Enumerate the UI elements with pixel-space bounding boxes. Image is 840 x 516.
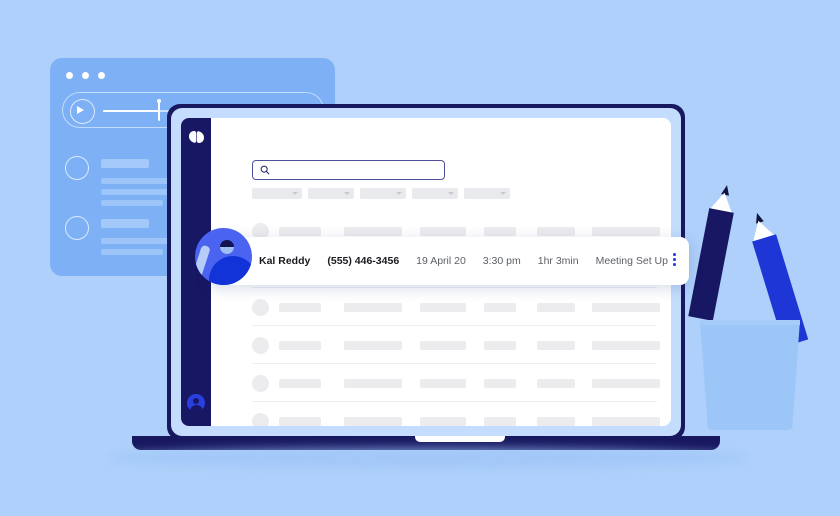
contact-fields: Kal Reddy (555) 446-3456 19 April 20 3:3… <box>259 255 668 267</box>
app-logo-icon[interactable] <box>188 130 205 144</box>
contact-name: Kal Reddy <box>259 255 311 267</box>
row-cell <box>279 303 321 312</box>
row-cell <box>592 417 660 426</box>
pencil-cup <box>688 175 810 430</box>
table-row[interactable] <box>252 364 660 402</box>
table-row[interactable] <box>252 326 660 364</box>
row-cell <box>537 379 575 388</box>
avatar-face <box>220 247 234 254</box>
row-cell <box>344 379 402 388</box>
placeholder-bar <box>101 200 163 206</box>
pencil-blue <box>745 209 809 347</box>
row-cell <box>592 303 660 312</box>
row-cell <box>537 227 575 236</box>
row-avatar <box>252 299 269 316</box>
placeholder-bar <box>101 238 176 244</box>
filter-dropdown-5[interactable] <box>464 188 510 199</box>
search-input-field[interactable] <box>274 164 428 176</box>
menu-dot <box>673 263 676 266</box>
contact-phone-number: (555) 446-3456 <box>327 255 400 267</box>
play-icon <box>77 106 84 114</box>
row-avatar <box>252 337 269 354</box>
filter-bar <box>252 188 510 199</box>
row-cell <box>537 303 575 312</box>
row-cell <box>344 303 402 312</box>
row-cell <box>592 227 660 236</box>
user-avatar-icon[interactable] <box>187 394 205 412</box>
chevron-down-icon <box>500 192 506 195</box>
row-cell <box>279 417 321 426</box>
row-cell <box>420 303 466 312</box>
row-cell <box>484 341 516 350</box>
contact-avatar-icon <box>195 228 252 285</box>
pencil-navy <box>688 183 739 321</box>
progress-fill <box>103 110 159 112</box>
filter-dropdown-3[interactable] <box>360 188 406 199</box>
placeholder-bar <box>101 178 176 184</box>
row-cell <box>420 227 466 236</box>
row-cell <box>279 227 321 236</box>
laptop-shadow <box>108 448 748 468</box>
row-cell <box>279 379 321 388</box>
contact-status: Meeting Set Up <box>595 255 668 267</box>
row-cell <box>484 303 516 312</box>
menu-dot <box>673 253 676 256</box>
row-cell <box>420 341 466 350</box>
row-cell <box>592 379 660 388</box>
chevron-down-icon <box>448 192 454 195</box>
cup-rim <box>700 320 800 325</box>
row-cell <box>537 341 575 350</box>
row-cell <box>484 417 516 426</box>
chevron-down-icon <box>396 192 402 195</box>
pencil-shaft <box>688 208 734 321</box>
row-cell <box>279 341 321 350</box>
row-avatar <box>252 375 269 392</box>
cup-body <box>700 320 800 430</box>
placeholder-bar <box>101 249 163 255</box>
avatar-body <box>209 256 252 285</box>
progress-marker-dot <box>157 99 161 103</box>
avatar-head <box>193 397 199 404</box>
contact-highlight-card[interactable]: Kal Reddy (555) 446-3456 19 April 20 3:3… <box>195 228 689 285</box>
progress-marker <box>157 99 161 121</box>
filter-dropdown-1[interactable] <box>252 188 302 199</box>
more-options-icon[interactable] <box>673 253 676 266</box>
avatar-body <box>189 405 203 412</box>
window-dots <box>66 72 105 79</box>
row-cell <box>420 417 466 426</box>
circle-outline-icon <box>65 156 89 180</box>
search-icon <box>260 165 270 175</box>
row-cell <box>344 417 402 426</box>
filter-dropdown-2[interactable] <box>308 188 354 199</box>
chevron-down-icon <box>292 192 298 195</box>
trackpad-notch <box>415 436 505 442</box>
window-dot-close-icon <box>66 72 73 79</box>
row-cell <box>484 227 516 236</box>
menu-dot <box>673 258 676 261</box>
contact-time: 3:30 pm <box>482 255 521 267</box>
row-cell <box>484 379 516 388</box>
placeholder-bar <box>101 189 176 195</box>
window-dot-maximize-icon <box>98 72 105 79</box>
row-cell <box>344 341 402 350</box>
table-row[interactable] <box>252 288 660 326</box>
row-cell <box>420 379 466 388</box>
circle-outline-icon <box>65 216 89 240</box>
illustration-scene: Kal Reddy (555) 446-3456 19 April 20 3:3… <box>0 0 840 516</box>
filter-dropdown-4[interactable] <box>412 188 458 199</box>
contact-date: 19 April 20 <box>416 255 466 267</box>
row-avatar <box>252 413 269 426</box>
table-row[interactable] <box>252 402 660 426</box>
placeholder-bar <box>101 219 149 228</box>
chevron-down-icon <box>344 192 350 195</box>
row-cell <box>537 417 575 426</box>
window-dot-minimize-icon <box>82 72 89 79</box>
row-cell <box>592 341 660 350</box>
row-cell <box>344 227 402 236</box>
search-input[interactable] <box>252 160 445 180</box>
placeholder-bar <box>101 159 149 168</box>
contact-duration: 1hr 3min <box>537 255 579 267</box>
